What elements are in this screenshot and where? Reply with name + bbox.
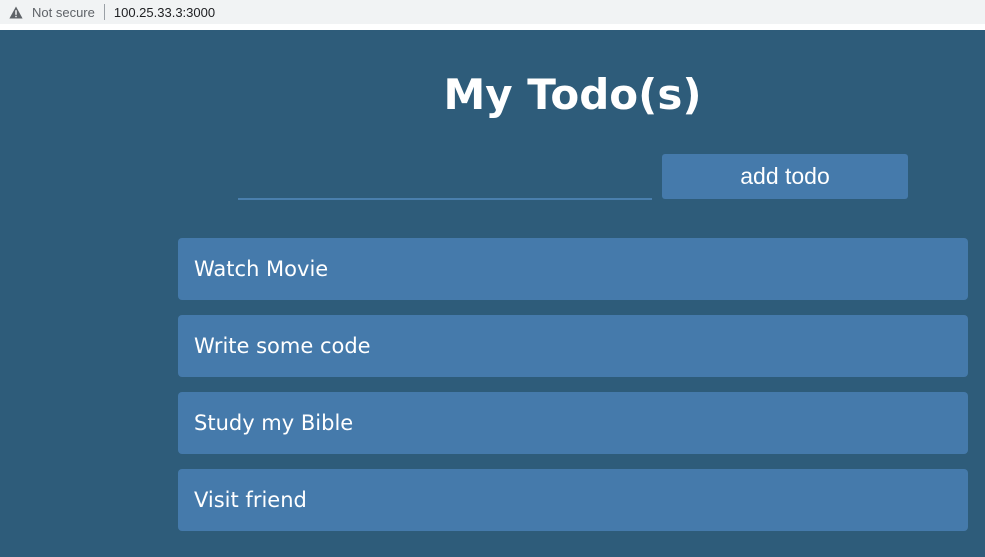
warning-triangle-icon[interactable] (9, 6, 23, 19)
url-text[interactable]: 100.25.33.3:3000 (114, 5, 215, 20)
add-todo-button[interactable]: add todo (662, 154, 908, 199)
address-bar-divider (103, 4, 105, 20)
security-status-label[interactable]: Not secure (32, 5, 95, 20)
todo-item[interactable]: Watch Movie (178, 238, 968, 300)
page-title: My Todo(s) (443, 70, 702, 119)
todo-input[interactable] (238, 170, 652, 200)
todo-item[interactable]: Study my Bible (178, 392, 968, 454)
todo-list: Watch Movie Write some code Study my Bib… (178, 238, 968, 546)
todo-item[interactable]: Write some code (178, 315, 968, 377)
todo-app: My Todo(s) add todo Watch Movie Write so… (0, 30, 985, 557)
browser-address-bar[interactable]: Not secure 100.25.33.3:3000 (0, 0, 985, 24)
todo-item[interactable]: Visit friend (178, 469, 968, 531)
